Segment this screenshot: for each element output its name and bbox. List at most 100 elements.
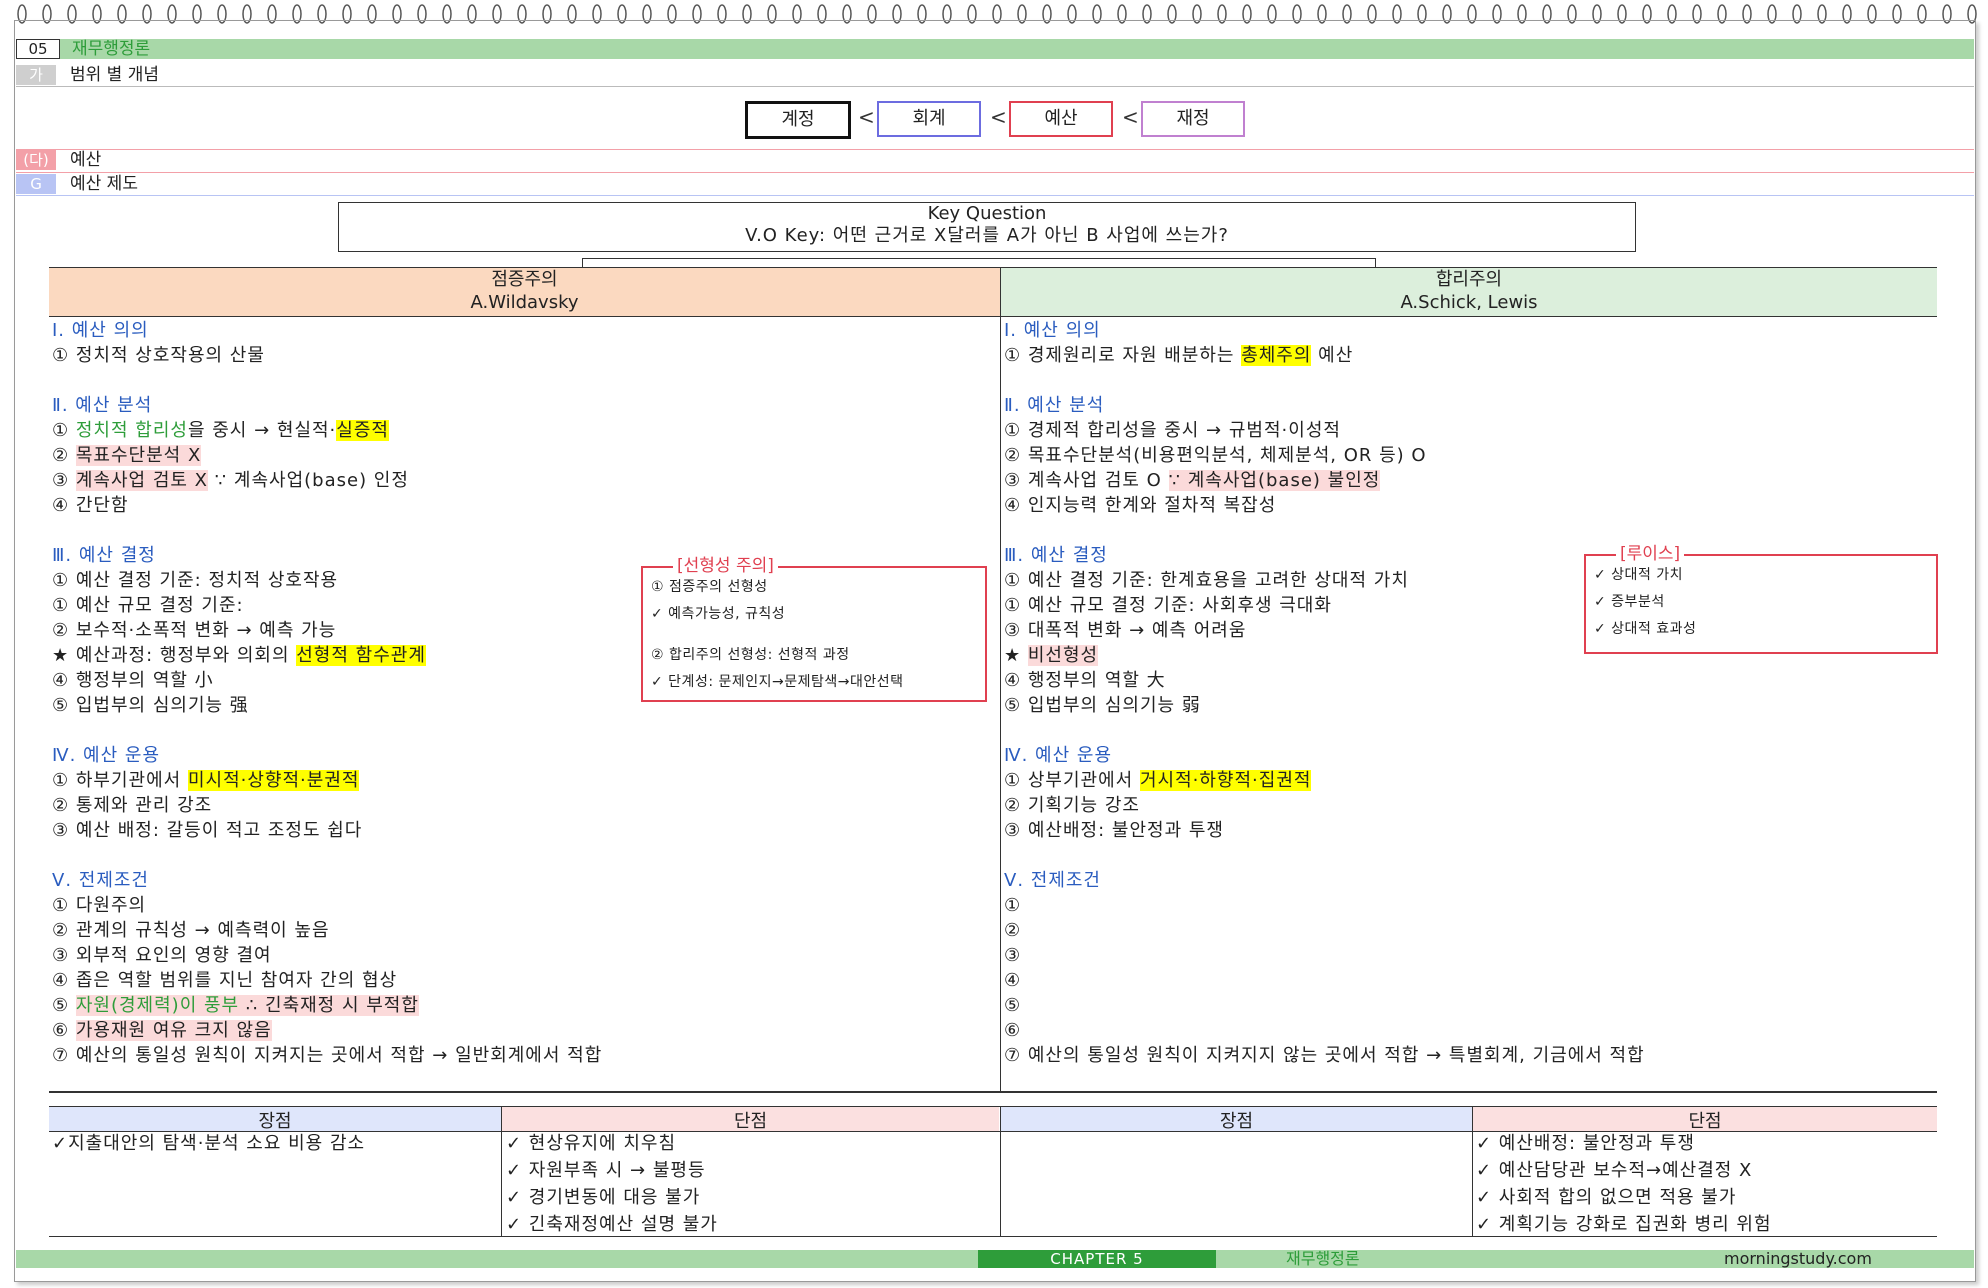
text-run: ② 기획기능 강조 xyxy=(1004,795,1140,816)
chapter-bar xyxy=(16,39,1974,59)
hierarchy-box-budget: 예산 xyxy=(1009,101,1113,137)
text-run: ① 예산 규모 결정 기준: xyxy=(52,595,244,616)
text-run: ⑥ xyxy=(52,1020,76,1041)
list-item: ✓ 계획기능 강화로 집권화 병리 위험 xyxy=(1476,1214,1772,1235)
text-run: ∵ 계속사업(base) 불인정 xyxy=(1168,470,1381,491)
text-run: ① 예산 결정 기준: 한계효용을 고려한 상대적 가치 xyxy=(1004,570,1409,591)
text-run: ④ 좁은 역할 범위를 지닌 참여자 간의 협상 xyxy=(52,970,398,991)
text-run: ④ 인지능력 한계와 절차적 복잡성 xyxy=(1004,495,1277,516)
list-item xyxy=(643,628,985,642)
pros-header: 장점 xyxy=(1001,1107,1472,1132)
list-item: ✓ 현상유지에 치우침 xyxy=(506,1133,677,1154)
section-heading: Ⅳ. 예산 운용 xyxy=(1004,745,1113,766)
content-line: ② xyxy=(1004,918,1934,943)
text-run: ② 통제와 관리 강조 xyxy=(52,795,213,816)
content-line: ④ xyxy=(1004,968,1934,993)
section-heading: Ⅱ. 예산 분석 xyxy=(1004,395,1105,416)
content-line: ② 목표수단분석(비용편익분석, 체제분석, OR 등) O xyxy=(1004,443,1934,468)
content-line: Ⅳ. 예산 운용 xyxy=(1004,743,1934,768)
text-run: ⑤ xyxy=(1004,995,1022,1016)
content-line: ⑤ 입법부의 심의기능 弱 xyxy=(1004,693,1934,718)
content-line: ① xyxy=(1004,893,1934,918)
cons-list-right: ✓ 예산배정: 불안정과 투쟁 ✓ 예산담당관 보수적→예산결정 X ✓ 사회적 합… xyxy=(1476,1130,1934,1238)
text-run: ④ xyxy=(1004,970,1022,991)
right-column-header: 합리주의 A.Schick, Lewis xyxy=(1001,268,1937,316)
text-run: ① 예산 규모 결정 기준: 사회후생 극대화 xyxy=(1004,595,1332,616)
divider xyxy=(16,86,1974,87)
text-run: 총체주의 xyxy=(1241,345,1312,366)
list-item: ✓ 단계성: 문제인지→문제탐색→대안선택 xyxy=(651,674,904,690)
pros-header: 장점 xyxy=(49,1107,501,1132)
topic-tag: G xyxy=(16,174,56,194)
content-line: ④ 인지능력 한계와 절차적 복잡성 xyxy=(1004,493,1934,518)
key-question-title: Key Question xyxy=(927,203,1047,224)
text-run: ① 다원주의 xyxy=(52,895,147,916)
content-line: ⑥ xyxy=(1004,1018,1934,1043)
text-run: ② xyxy=(1004,920,1022,941)
text-run: ③ xyxy=(1004,945,1022,966)
content-line: Ⅲ. 예산 결정 xyxy=(52,543,982,568)
content-line: ① 경제적 합리성을 중시 → 규범적·이성적 xyxy=(1004,418,1934,443)
text-run: 선형적 함수관계 xyxy=(296,645,426,666)
content-line: Ⅳ. 예산 운용 xyxy=(52,743,982,768)
content-line: ② 목표수단분석 X xyxy=(52,443,982,468)
footer-chapter: CHAPTER 5 xyxy=(978,1250,1216,1268)
right-header-author: A.Schick, Lewis xyxy=(1400,292,1538,313)
text-run: 가용재원 여유 크지 않음 xyxy=(75,1020,272,1041)
text-run: ③ 예산배정: 불안정과 투쟁 xyxy=(1004,820,1224,841)
text-run: ① 정치적 상호작용의 산물 xyxy=(52,345,265,366)
content-line: ⑤ xyxy=(1004,993,1934,1018)
chapter-title: 재무행정론 xyxy=(72,39,151,59)
list-item: ✓ 증부분석 xyxy=(1594,594,1665,610)
text-run: 정치적 합리성 xyxy=(75,420,188,441)
text-run: ⑤ 입법부의 심의기능 弱 xyxy=(1004,695,1201,716)
text-run: ② 목표수단분석(비용편익분석, 체제분석, OR 등) O xyxy=(1004,445,1427,466)
content-line: ⑦ 예산의 통일성 원칙이 지켜지지 않는 곳에서 적합 → 특별회계, 기금에… xyxy=(1004,1043,1934,1068)
divider xyxy=(16,149,1974,150)
footer-title: 재무행정론 xyxy=(1286,1249,1360,1268)
less-than-sign: < xyxy=(990,105,1007,129)
divider xyxy=(16,172,1974,173)
column-divider xyxy=(1000,1107,1001,1237)
content-line: ⑦ 예산의 통일성 원칙이 지켜지는 곳에서 적합 → 일반회계에서 적합 xyxy=(52,1043,982,1068)
content-line: ② 기획기능 강조 xyxy=(1004,793,1934,818)
list-item: ✓ 사회적 합의 없으면 적용 불가 xyxy=(1476,1187,1737,1208)
footer-site: morningstudy.com xyxy=(1724,1249,1872,1268)
text-run: ① 경제적 합리성을 중시 → 규범적·이성적 xyxy=(1004,420,1341,441)
content-line: ① 경제원리로 자원 배분하는 총체주의 예산 xyxy=(1004,343,1934,368)
key-question-box: Key Question V.O Key: 어떤 근거로 X달러를 A가 아닌 … xyxy=(338,202,1636,252)
text-run: 자원(경제력)이 풍부 xyxy=(75,995,240,1016)
list-item: ✓ 경기변동에 대응 불가 xyxy=(506,1187,701,1208)
list-item: ✓지출대안의 탐색·분석 소요 비용 감소 xyxy=(52,1133,366,1154)
text-run: ③ 계속사업 검토 O xyxy=(1004,470,1169,491)
content-line: ③ 외부적 요인의 영향 결여 xyxy=(52,943,982,968)
text-run: 을 중시 → 현실적· xyxy=(187,420,337,441)
list-item: ① 점증주의 선형성 xyxy=(651,579,768,595)
section-heading: Ⅴ. 전제조건 xyxy=(1004,870,1101,891)
text-run: ③ 예산 배정: 갈등이 적고 조정도 쉽다 xyxy=(52,820,363,841)
text-run: ① 상부기관에서 xyxy=(1004,770,1140,791)
text-run: ③ 외부적 요인의 영향 결여 xyxy=(52,945,272,966)
text-run: 거시적·하향적·집권적 xyxy=(1139,770,1312,791)
text-run: ② xyxy=(52,445,76,466)
text-run: ⑦ 예산의 통일성 원칙이 지켜지지 않는 곳에서 적합 → 특별회계, 기금에… xyxy=(1004,1045,1645,1066)
content-line: ③ xyxy=(1004,943,1934,968)
text-run: ② 관계의 규칙성 → 예측력이 높음 xyxy=(52,920,330,941)
section-heading: Ⅲ. 예산 결정 xyxy=(52,545,156,566)
hierarchy-box-accounting: 회계 xyxy=(877,101,981,137)
content-line: ③ 예산배정: 불안정과 투쟁 xyxy=(1004,818,1934,843)
text-run: 비선형성 xyxy=(1027,645,1099,666)
bracket-line xyxy=(582,258,1376,267)
text-run: ③ 대폭적 변화 → 예측 어려움 xyxy=(1004,620,1247,641)
text-run: ④ 행정부의 역할 小 xyxy=(52,670,214,691)
text-run: ⑤ xyxy=(52,995,76,1016)
text-run: ① 하부기관에서 xyxy=(52,770,188,791)
text-run: ∵ 계속사업(base) 인정 xyxy=(208,470,409,491)
text-run: ⑤ 입법부의 심의기능 强 xyxy=(52,695,249,716)
text-run: ① xyxy=(1004,895,1022,916)
text-run: ① 예산 결정 기준: 정치적 상호작용 xyxy=(52,570,339,591)
list-item: ✓ 자원부족 시 → 불평등 xyxy=(506,1160,706,1181)
